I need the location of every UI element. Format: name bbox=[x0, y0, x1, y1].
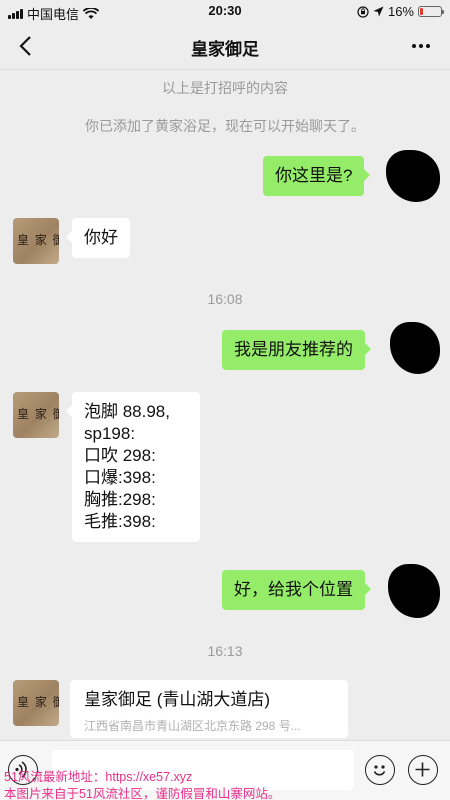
status-right: 16% bbox=[357, 4, 444, 19]
timestamp-1: 16:08 bbox=[207, 291, 243, 307]
message-sent-2[interactable]: 我是朋友推荐的 bbox=[222, 330, 371, 370]
contact-avatar[interactable]: 皇 家 御 足 bbox=[13, 218, 59, 264]
input-bar: 51风流最新地址：https://xe57.xyz 本图片来自于51风流社区，谨… bbox=[0, 740, 450, 800]
contact-avatar[interactable]: 皇 家 御 足 bbox=[13, 392, 59, 438]
price-line: sp198: bbox=[84, 424, 136, 443]
watermark-line-2: 本图片来自于51风流社区，谨防假冒和山寨网站。 bbox=[4, 787, 281, 800]
battery-fill bbox=[420, 8, 423, 15]
added-contact-note: 你已添加了黄家浴足，现在可以开始聊天了。 bbox=[85, 118, 365, 134]
redacted-avatar bbox=[388, 564, 440, 618]
chat-title: 皇家御足 bbox=[191, 40, 259, 59]
contact-avatar[interactable]: 皇 家 御 足 bbox=[13, 680, 59, 726]
lock-rotation-icon bbox=[357, 5, 369, 18]
more-icon[interactable] bbox=[408, 34, 434, 58]
price-line: 口爆:398: bbox=[84, 468, 156, 487]
location-name: 皇家御足 (青山湖大道店) bbox=[84, 690, 271, 709]
price-line: 口吹 298: bbox=[84, 446, 156, 465]
battery-percent: 16% bbox=[387, 4, 414, 19]
price-line: 毛推:398: bbox=[84, 512, 156, 531]
plus-icon[interactable] bbox=[408, 755, 438, 785]
location-card[interactable]: 皇家御足 (青山湖大道店) 江西省南昌市青山湖区北京东路 298 号... bbox=[70, 680, 348, 738]
location-address: 江西省南昌市青山湖区北京东路 298 号... bbox=[84, 719, 301, 733]
greeting-note: 以上是打招呼的内容 bbox=[162, 80, 288, 96]
location-arrow-icon bbox=[373, 6, 384, 17]
chat-header: 皇家御足 bbox=[0, 22, 450, 70]
redacted-avatar bbox=[386, 150, 440, 202]
battery-icon bbox=[418, 6, 444, 17]
message-sent-1[interactable]: 你这里是? bbox=[263, 156, 371, 196]
redacted-avatar bbox=[390, 322, 440, 374]
message-received-1[interactable]: 你好 bbox=[66, 218, 130, 258]
message-received-price-list[interactable]: 泡脚 88.98, sp198: 口吹 298: 口爆:398: 胸推:298:… bbox=[66, 392, 200, 542]
status-bar: 中国电信 20:30 16% bbox=[0, 0, 450, 22]
timestamp-2: 16:13 bbox=[207, 643, 243, 659]
message-sent-3[interactable]: 好，给我个位置 bbox=[222, 570, 371, 610]
price-line: 泡脚 88.98, bbox=[84, 402, 170, 421]
emoji-icon[interactable] bbox=[365, 755, 395, 785]
price-line: 胸推:298: bbox=[84, 490, 156, 509]
